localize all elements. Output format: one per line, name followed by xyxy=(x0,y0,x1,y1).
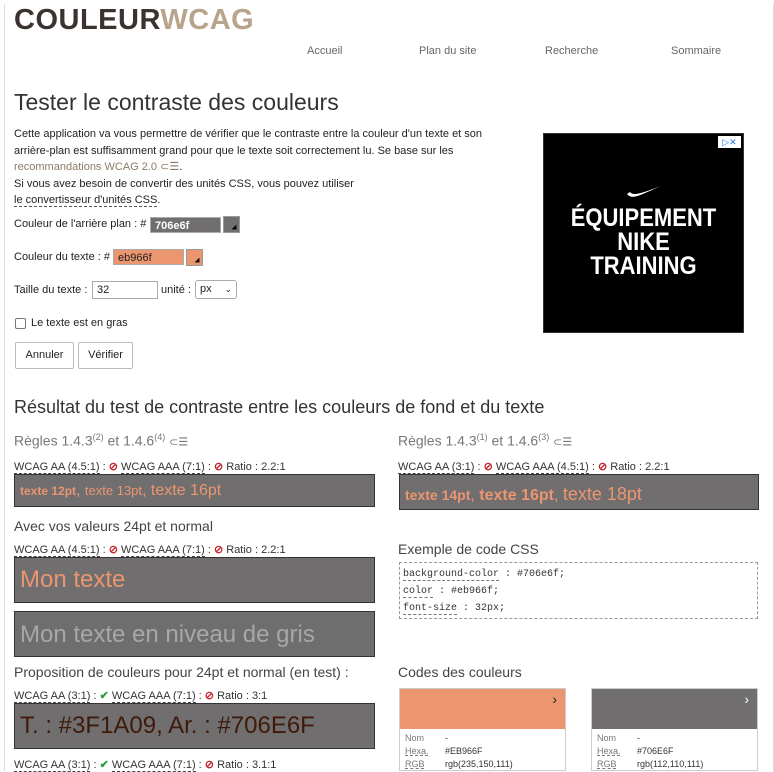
fail-eye-icon: ⊘ xyxy=(108,544,118,556)
proposal2-wcag-line: WCAG AA (3:1) : ✔ WCAG AAA (7:1) : ⊘ Rat… xyxy=(14,759,277,772)
wcag-aa-label: WCAG AA (3:1) xyxy=(398,461,475,474)
wcag-recommendations-link[interactable]: recommandations WCAG 2.0 ⊂☰ xyxy=(14,161,179,173)
left-rules-heading: Règles 1.4.3(2) et 1.4.6(4) ⊂☰ xyxy=(14,432,189,449)
text-color-card[interactable]: › Nom - Hexa. #EB966F RGB rgb(235,150,111) xyxy=(399,688,566,771)
adchoices-close-icon[interactable]: ▷✕ xyxy=(718,136,741,148)
site-logo[interactable]: COULEURWCAG xyxy=(14,4,254,37)
chevron-down-icon: ⌄ xyxy=(224,284,232,294)
color-codes-title: Codes des couleurs xyxy=(398,664,522,680)
nike-swoosh-icon xyxy=(627,186,661,197)
fail-eye-icon: ⊘ xyxy=(108,461,118,473)
nav-sommaire[interactable]: Sommaire xyxy=(671,45,721,57)
demo-13pt: texte 13pt xyxy=(84,483,143,498)
proposal1-wcag-line: WCAG AA (3:1) : ✔ WCAG AAA (7:1) : ⊘ Rat… xyxy=(14,690,268,703)
nav-recherche[interactable]: Recherche xyxy=(545,45,598,57)
chevron-right-icon[interactable]: › xyxy=(744,691,749,707)
fail-eye-icon: ⊘ xyxy=(204,690,215,702)
demo-18pt: texte 18pt xyxy=(562,484,642,504)
intro-line2: arrière-plan est suffisamment grand pour… xyxy=(14,144,454,157)
verify-button[interactable]: Vérifier xyxy=(78,342,133,369)
results-title: Résultat du test de contraste entre les … xyxy=(14,397,545,417)
fail-eye-icon: ⊘ xyxy=(213,544,224,556)
pass-check-icon: ✔ xyxy=(99,690,109,702)
bg-color-card[interactable]: › Nom - Hexa. #706E6F RGB rgb(112,110,111) xyxy=(591,688,758,771)
external-lang-icon: ⊂☰ xyxy=(169,436,189,449)
bold-checkbox-label: Le texte est en gras xyxy=(31,317,128,329)
cancel-button[interactable]: Annuler xyxy=(15,342,74,369)
intro-line1: Cette application va vous permettre de v… xyxy=(14,128,483,140)
text-size-label: Taille du texte : xyxy=(14,284,88,296)
css-example-title: Exemple de code CSS xyxy=(398,541,539,557)
bg-color-label: Couleur de l'arrière plan : # xyxy=(14,218,147,230)
logo-part1: COULEUR xyxy=(14,4,161,36)
unit-select-value: px xyxy=(200,283,212,295)
pass-check-icon: ✔ xyxy=(99,759,109,771)
chevron-right-icon[interactable]: › xyxy=(552,691,557,707)
demo-14pt: texte 14pt xyxy=(405,487,471,503)
custom-wcag-line: WCAG AA (4.5:1) : ⊘ WCAG AAA (7:1) : ⊘ R… xyxy=(14,544,286,557)
css-converter-link[interactable]: le convertisseur d'unités CSS xyxy=(14,194,158,207)
left-demo-box: texte 12pt, texte 13pt, texte 16pt xyxy=(14,474,375,507)
card-row-rgb: RGB rgb(112,110,111) xyxy=(597,759,704,769)
fail-eye-icon: ⊘ xyxy=(597,461,608,473)
unit-select[interactable]: px ⌄ xyxy=(195,280,237,299)
ad-text: ÉQUIPEMENT NIKE TRAINING xyxy=(570,204,717,280)
bold-checkbox[interactable] xyxy=(15,318,26,329)
text-color-card-swatch: › xyxy=(400,689,565,729)
card-row-hex: Hexa. #EB966F xyxy=(405,746,483,756)
wcag-aaa-label: WCAG AAA (7:1) xyxy=(121,461,205,474)
bg-color-input[interactable]: 706e6f xyxy=(150,217,221,233)
fail-eye-icon: ⊘ xyxy=(204,759,215,771)
proposal-title: Proposition de couleurs pour 24pt et nor… xyxy=(14,664,349,680)
right-rules-heading: Règles 1.4.3(1) et 1.4.6(3) ⊂☰ xyxy=(398,432,573,449)
ratio-value: 2.2:1 xyxy=(645,461,670,473)
card-row-hex: Hexa. #706E6F xyxy=(597,746,674,756)
intro-line4: Si vous avez besoin de convertir des uni… xyxy=(14,177,354,190)
demo-12pt: texte 12pt xyxy=(20,484,77,498)
external-lang-icon: ⊂☰ xyxy=(553,436,573,449)
text-size-input[interactable]: 32 xyxy=(92,281,158,299)
bg-color-picker[interactable] xyxy=(223,216,240,233)
wcag-aaa-label: WCAG AAA (4.5:1) xyxy=(495,461,589,474)
proposal1-preview: T. : #3F1A09, Ar. : #706E6F xyxy=(14,703,375,749)
css-code-block: background-color : #706e6f; color : #eb9… xyxy=(399,562,758,619)
demo-16pt: texte 16pt xyxy=(150,482,222,499)
nav-accueil[interactable]: Accueil xyxy=(307,45,342,57)
page-title: Tester le contraste des couleurs xyxy=(14,89,339,115)
grayscale-preview: Mon texte en niveau de gris xyxy=(14,611,375,657)
ratio-value: 2.2:1 xyxy=(261,461,286,473)
nav-plan-du-site[interactable]: Plan du site xyxy=(419,45,476,57)
unit-label: unité : xyxy=(161,284,191,296)
fail-eye-icon: ⊘ xyxy=(483,461,493,473)
right-wcag-line: WCAG AA (3:1) : ⊘ WCAG AAA (4.5:1) : ⊘ R… xyxy=(398,461,670,474)
fail-eye-icon: ⊘ xyxy=(213,461,224,473)
intro-text: Cette application va vous permettre de v… xyxy=(14,128,483,207)
intro-line5-end: . xyxy=(157,194,161,206)
text-color-input[interactable]: eb966f xyxy=(113,249,184,265)
external-lang-icon: ⊂☰ xyxy=(160,161,180,173)
mon-texte-preview: Mon texte xyxy=(14,557,375,603)
right-demo-box: texte 14pt, texte 16pt, texte 18pt xyxy=(399,474,759,510)
demo-16pt: texte 16pt xyxy=(479,487,554,504)
bg-color-card-swatch: › xyxy=(592,689,757,729)
advertisement-banner[interactable]: ▷✕ ÉQUIPEMENT NIKE TRAINING xyxy=(543,133,744,333)
card-row-nom: Nom - xyxy=(405,733,448,743)
wcag-aa-label: WCAG AA (4.5:1) xyxy=(14,461,100,474)
text-color-picker[interactable] xyxy=(186,249,203,266)
custom-values-title: Avec vos valeurs 24pt et normal xyxy=(14,518,213,534)
card-row-rgb: RGB rgb(235,150,111) xyxy=(405,759,513,769)
logo-part2: WCAG xyxy=(160,4,255,36)
card-row-nom: Nom - xyxy=(597,733,640,743)
left-wcag-line: WCAG AA (4.5:1) : ⊘ WCAG AAA (7:1) : ⊘ R… xyxy=(14,461,286,474)
text-color-label: Couleur du texte : # xyxy=(14,251,111,263)
